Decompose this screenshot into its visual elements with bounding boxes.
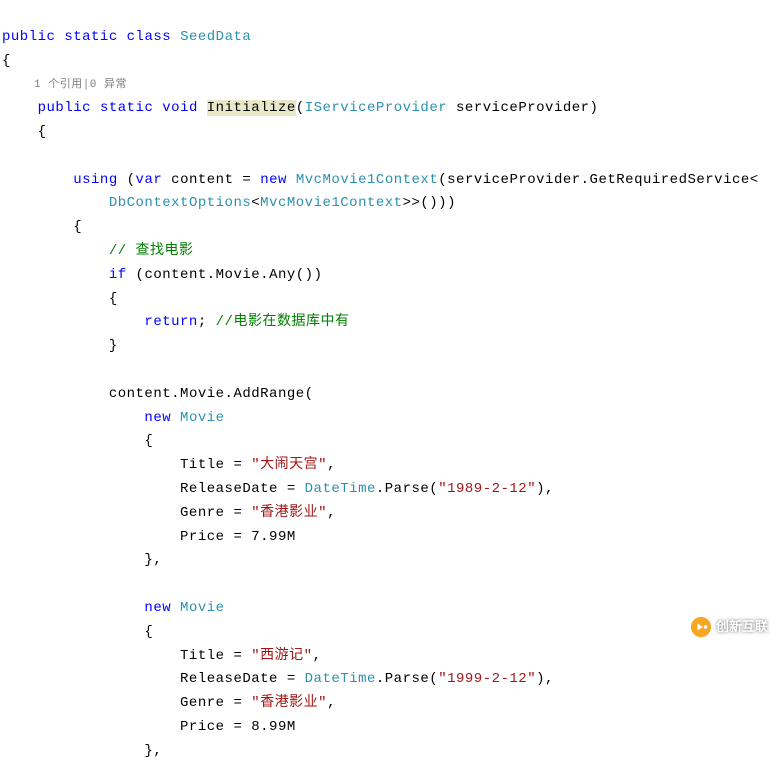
text: ), <box>536 671 554 687</box>
kw-using: using <box>73 172 118 188</box>
watermark: 创新互联 <box>690 616 768 638</box>
comma: , <box>327 695 336 711</box>
logo-icon <box>690 616 712 638</box>
brace: } <box>109 338 118 354</box>
comment: //电影在数据库中有 <box>216 314 350 330</box>
brace: { <box>109 291 118 307</box>
text: ), <box>536 481 554 497</box>
prop-releasedate: ReleaseDate = <box>180 671 305 687</box>
semi: ; <box>198 314 216 330</box>
type-movie: Movie <box>180 600 225 616</box>
brace: { <box>144 433 153 449</box>
class-name: SeedData <box>180 29 251 45</box>
prop-title: Title = <box>180 648 251 664</box>
brace: { <box>144 624 153 640</box>
prop-releasedate: ReleaseDate = <box>180 481 305 497</box>
brace: { <box>2 53 11 69</box>
comma: , <box>327 505 336 521</box>
string: "西游记" <box>251 648 312 664</box>
paren: ( <box>118 172 136 188</box>
text: content.Movie.AddRange( <box>109 386 314 402</box>
kw-var: var <box>136 172 163 188</box>
text: .Parse( <box>376 671 438 687</box>
string: "1989-2-12" <box>438 481 536 497</box>
kw-public: public <box>2 29 55 45</box>
kw-return: return <box>144 314 197 330</box>
kw-static: static <box>100 100 153 116</box>
text: content = <box>162 172 260 188</box>
kw-void: void <box>162 100 198 116</box>
prop-price: Price = 8.99M <box>180 719 296 735</box>
brace: { <box>73 219 82 235</box>
codelens[interactable]: 1 个引用|0 异常 <box>2 79 127 91</box>
string: "香港影业" <box>251 505 327 521</box>
comma: , <box>313 648 322 664</box>
prop-price: Price = 7.99M <box>180 529 296 545</box>
text: (content.Movie.Any()) <box>127 267 323 283</box>
type-iservice: IServiceProvider <box>305 100 447 116</box>
type-mvc: MvcMovie1Context <box>296 172 438 188</box>
brace: }, <box>144 743 162 759</box>
comment: // 查找电影 <box>109 243 194 259</box>
brace: { <box>38 124 47 140</box>
string: "1999-2-12" <box>438 671 536 687</box>
type-datetime: DateTime <box>305 481 376 497</box>
text: >>())) <box>403 195 456 211</box>
prop-genre: Genre = <box>180 505 251 521</box>
type-datetime: DateTime <box>305 671 376 687</box>
type-movie: Movie <box>180 410 225 426</box>
type-mvc: MvcMovie1Context <box>260 195 402 211</box>
paren: ( <box>296 100 305 116</box>
text: (serviceProvider.GetRequiredService< <box>438 172 758 188</box>
kw-if: if <box>109 267 127 283</box>
kw-class: class <box>127 29 172 45</box>
comma: , <box>327 457 336 473</box>
kw-new: new <box>144 600 171 616</box>
prop-title: Title = <box>180 457 251 473</box>
string: "大闹天宫" <box>251 457 327 473</box>
text: .Parse( <box>376 481 438 497</box>
kw-new: new <box>260 172 287 188</box>
prop-genre: Genre = <box>180 695 251 711</box>
watermark-text: 创新互联 <box>716 616 768 638</box>
kw-public: public <box>38 100 91 116</box>
method-initialize: Initialize <box>207 100 296 116</box>
kw-static: static <box>64 29 117 45</box>
kw-new: new <box>144 410 171 426</box>
code-editor: public static class SeedData { 1 个引用|0 异… <box>0 0 780 764</box>
lt: < <box>251 195 260 211</box>
string: "香港影业" <box>251 695 327 711</box>
type-dbcontext: DbContextOptions <box>109 195 251 211</box>
brace: }, <box>144 552 162 568</box>
param: serviceProvider) <box>447 100 598 116</box>
